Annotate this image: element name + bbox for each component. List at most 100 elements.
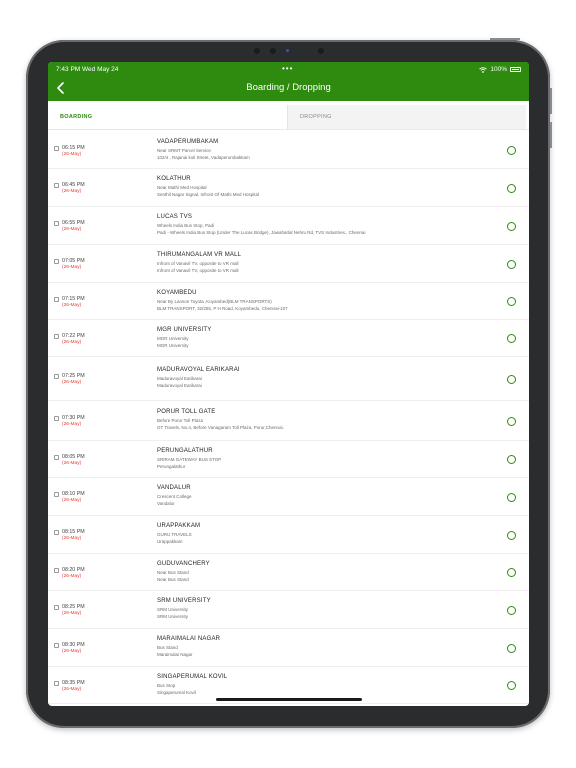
page-title: Boarding / Dropping bbox=[246, 82, 331, 93]
select-radio[interactable] bbox=[507, 455, 516, 464]
select-radio[interactable] bbox=[507, 297, 516, 306]
status-time: 7:43 PM Wed May 24 bbox=[56, 66, 119, 73]
boarding-point-row[interactable]: 08:25 PM (26-May) SRM UNIVERSITY SRM Univer… bbox=[48, 591, 529, 629]
select-radio[interactable] bbox=[507, 221, 516, 231]
calendar-icon bbox=[54, 374, 59, 379]
boarding-point-row[interactable]: 07:22 PM (26-May) MGR UNIVERSITY MGR Univer… bbox=[48, 320, 529, 357]
select-radio[interactable] bbox=[507, 681, 516, 690]
departure-time: 07:25 PM bbox=[62, 373, 85, 379]
select-radio[interactable] bbox=[507, 374, 516, 384]
select-radio[interactable] bbox=[507, 334, 516, 343]
stop-address: SRM University bbox=[157, 614, 189, 619]
stop-address: Padi - Wheels India Bus Stop (Under The … bbox=[157, 230, 366, 235]
departure-date: (26-May) bbox=[62, 460, 82, 466]
app-header: 7:43 PM Wed May 24 ••• 100% Boarding / D… bbox=[48, 62, 529, 101]
stop-landmark: Near SRMT Parcel Service bbox=[157, 147, 211, 153]
multitask-dots-icon[interactable]: ••• bbox=[282, 64, 293, 73]
stop-address: Maduravoyal Earikarai bbox=[157, 383, 202, 388]
stop-address: 102/4 , Rajanai koil Street, Vadaperumba… bbox=[157, 154, 250, 160]
stop-landmark: Near Mathi Med Hospital bbox=[157, 185, 207, 190]
stop-address: BLM TRANSPORT, 32/255, P H Road, Koyambe… bbox=[157, 305, 288, 311]
boarding-point-row[interactable]: 08:20 PM (26-May) GUDUVANCHERY Near Bus Sta… bbox=[48, 554, 529, 591]
boarding-point-row[interactable]: 06:55 PM (26-May) LUCAS TVS Wheels India Bu… bbox=[48, 207, 529, 245]
boarding-point-row[interactable]: 07:30 PM (26-May) PORUR TOLL GATE Before Po… bbox=[48, 401, 529, 441]
select-radio[interactable] bbox=[507, 183, 516, 193]
sensor-icon bbox=[254, 48, 260, 54]
top-button bbox=[490, 38, 520, 40]
home-indicator[interactable] bbox=[216, 698, 362, 701]
departure-time: 08:15 PM bbox=[62, 529, 85, 535]
app-screen: 7:43 PM Wed May 24 ••• 100% Boarding / D… bbox=[48, 62, 529, 706]
stop-address: Near Bus Stand bbox=[157, 576, 189, 582]
stop-name: LUCAS TVS bbox=[157, 214, 193, 220]
tab-divider bbox=[48, 129, 529, 130]
stop-name: THIRUMANGALAM VR MALL bbox=[157, 252, 242, 258]
stop-address: Urappakkam bbox=[157, 539, 183, 544]
volume-up-button bbox=[550, 88, 552, 114]
stop-landmark: Before Porur Toll Plaza bbox=[157, 418, 203, 423]
departure-date: (26-May) bbox=[62, 649, 82, 654]
select-radio[interactable] bbox=[507, 492, 516, 502]
battery-percent: 100% bbox=[490, 66, 507, 73]
select-radio[interactable] bbox=[507, 259, 516, 269]
boarding-point-row[interactable]: 07:25 PM (26-May) MADURAVOYAL EARIKARAI Mad… bbox=[48, 357, 529, 401]
select-radio[interactable] bbox=[507, 643, 516, 653]
select-radio[interactable] bbox=[507, 146, 516, 155]
departure-time: 08:20 PM bbox=[62, 566, 85, 573]
calendar-icon bbox=[54, 567, 59, 573]
departure-date: (26-May) bbox=[62, 302, 82, 308]
stop-landmark: Wheels India Bus Stop, Padi bbox=[157, 223, 215, 228]
boarding-point-row[interactable]: 07:05 PM (26-May) THIRUMANGALAM VR MALL Inf… bbox=[48, 245, 529, 283]
select-radio[interactable] bbox=[507, 416, 516, 426]
stop-name: GUDUVANCHERY bbox=[157, 560, 210, 567]
calendar-icon bbox=[54, 259, 59, 264]
tab-dropping[interactable]: DROPPING bbox=[288, 105, 526, 129]
select-radio[interactable] bbox=[507, 530, 516, 540]
calendar-icon bbox=[54, 183, 59, 188]
departure-time: 08:10 PM bbox=[62, 491, 85, 497]
select-radio[interactable] bbox=[507, 568, 516, 577]
calendar-icon bbox=[54, 454, 59, 460]
departure-date: (26-May) bbox=[62, 189, 82, 194]
boarding-point-row[interactable]: 07:15 PM (26-May) KOYAMBEDU Near By Lanson … bbox=[48, 283, 529, 320]
boarding-point-row[interactable]: 06:15 PM (26-May) VADAPERUMBAKAM Near SRMT … bbox=[48, 132, 529, 169]
boarding-point-row[interactable]: 08:15 PM (26-May) URAPPAKKAM GURU TRAVELS Ur… bbox=[48, 516, 529, 554]
stop-landmark: Crescent College bbox=[157, 494, 192, 499]
boarding-point-row[interactable]: 08:05 PM (26-May) PERUNGALATHUR SRIRAM GATE… bbox=[48, 441, 529, 478]
departure-time: 08:30 PM bbox=[62, 642, 85, 648]
departure-date: (26-May) bbox=[62, 536, 82, 541]
camera-icon bbox=[270, 48, 276, 54]
calendar-icon bbox=[54, 221, 59, 226]
stop-landmark: Bus Stop bbox=[157, 682, 176, 688]
calendar-icon bbox=[54, 643, 59, 648]
boarding-point-row[interactable]: 08:30 PM (26-May) MARAIMALAI NAGAR Bus Stan… bbox=[48, 629, 529, 667]
departure-date: (26-May) bbox=[62, 380, 82, 385]
stop-landmark: SRIRAM GATEWAY BUS STOP bbox=[157, 456, 222, 462]
boarding-point-row[interactable]: 06:45 PM (26-May) KOLATHUR Near Mathi Med H… bbox=[48, 169, 529, 207]
tab-bar: BOARDING DROPPING bbox=[48, 101, 529, 132]
status-right: 100% bbox=[479, 66, 521, 73]
stop-name: SRM UNIVERSITY bbox=[157, 598, 211, 604]
departure-time: 07:15 PM bbox=[62, 295, 85, 302]
stop-name: VANDALUR bbox=[157, 485, 191, 491]
departure-date: (26-May) bbox=[62, 422, 82, 427]
stop-landmark: Bus Stand bbox=[157, 645, 178, 650]
departure-time: 07:30 PM bbox=[62, 415, 85, 421]
stop-landmark: MGR University bbox=[157, 335, 189, 341]
stop-address: Singaperumal Kovil bbox=[157, 689, 196, 695]
calendar-icon bbox=[54, 416, 59, 421]
calendar-icon bbox=[54, 492, 59, 497]
tab-boarding[interactable]: BOARDING bbox=[48, 105, 288, 129]
stop-address: Infront of Vanavil TV, opposite to VR ma… bbox=[157, 268, 239, 273]
calendar-icon bbox=[54, 145, 59, 151]
select-radio[interactable] bbox=[507, 605, 516, 615]
boarding-point-row[interactable]: 08:10 PM (26-May) VANDALUR Crescent College… bbox=[48, 478, 529, 516]
sensor-icon bbox=[318, 48, 324, 54]
departure-date: (26-May) bbox=[62, 151, 82, 157]
stop-landmark: SRM University bbox=[157, 607, 189, 612]
stop-name: URAPPAKKAM bbox=[157, 523, 201, 529]
departure-date: (26-May) bbox=[62, 339, 82, 345]
stop-name: PERUNGALATHUR bbox=[157, 447, 213, 454]
departure-time: 06:45 PM bbox=[62, 182, 85, 188]
stop-landmark: GURU TRAVELS bbox=[157, 532, 192, 537]
